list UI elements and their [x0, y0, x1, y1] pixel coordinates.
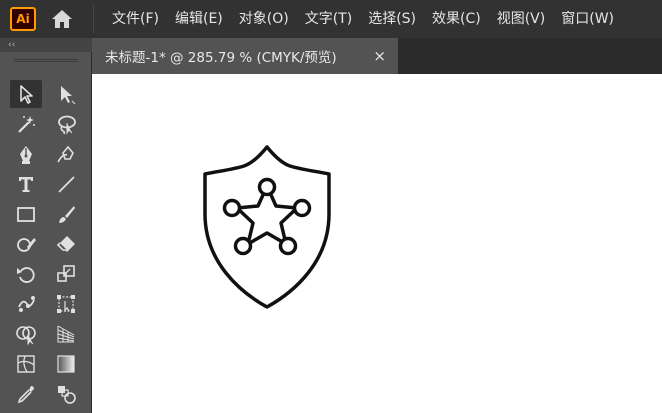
mesh-tool-icon: [17, 355, 35, 373]
shaper-tool-icon: [17, 238, 36, 252]
eraser-tool-icon: [56, 236, 75, 252]
home-icon: [52, 10, 72, 28]
star-point-bottom-left: [233, 236, 253, 256]
tools-panel: ‹‹: [0, 38, 92, 413]
shield-outline: [203, 145, 331, 309]
shape-builder-tool[interactable]: [10, 320, 42, 348]
artboard-canvas[interactable]: [92, 74, 662, 413]
eraser-tool[interactable]: [50, 230, 82, 258]
direct-selection-tool-icon: [61, 86, 76, 105]
star-point-bottom-right: [278, 236, 298, 256]
scale-tool-icon: [57, 265, 75, 282]
menu-edit[interactable]: 编辑(E): [167, 0, 231, 38]
lasso-tool[interactable]: [50, 110, 82, 138]
menu-view[interactable]: 视图(V): [489, 0, 554, 38]
pen-tool[interactable]: [10, 140, 42, 168]
direct-selection-tool[interactable]: [50, 80, 82, 108]
puppet-warp-tool[interactable]: [10, 290, 42, 318]
star-point-left: [222, 198, 242, 218]
gradient-tool-icon: [57, 355, 75, 373]
paintbrush-tool-icon: [59, 206, 75, 223]
lasso-tool-icon: [58, 115, 76, 135]
menu-type[interactable]: 文字(T): [297, 0, 360, 38]
perspective-grid-tool[interactable]: [50, 320, 82, 348]
rectangle-tool-icon: [17, 207, 35, 222]
magic-wand-tool[interactable]: [10, 110, 42, 138]
menu-effect[interactable]: 效果(C): [424, 0, 489, 38]
blend-tool[interactable]: [50, 380, 82, 408]
close-tab-icon[interactable]: ×: [373, 47, 386, 65]
curvature-tool-icon: [57, 145, 74, 163]
line-segment-tool-icon: [58, 176, 75, 193]
menu-select[interactable]: 选择(S): [360, 0, 424, 38]
puppet-warp-tool-icon: [18, 296, 35, 312]
tools-panel-collapse-button[interactable]: ‹‹: [0, 38, 92, 52]
gradient-tool[interactable]: [50, 350, 82, 378]
illustrator-logo[interactable]: Ai: [10, 7, 36, 31]
selection-tool[interactable]: [10, 80, 42, 108]
document-tab[interactable]: 未标题-1* @ 285.79 % (CMYK/预览) ×: [92, 38, 398, 74]
eyedropper-tool-icon: [17, 386, 34, 404]
menu-items: 文件(F) 编辑(E) 对象(O) 文字(T) 选择(S) 效果(C) 视图(V…: [104, 0, 622, 38]
blend-tool-icon: [58, 386, 76, 404]
scale-tool[interactable]: [50, 260, 82, 288]
curvature-tool[interactable]: [50, 140, 82, 168]
eyedropper-tool[interactable]: [10, 380, 42, 408]
perspective-grid-tool-icon: [57, 325, 75, 343]
tools-panel-grip[interactable]: [14, 59, 78, 62]
rotate-tool[interactable]: [10, 260, 42, 288]
menu-bar: Ai 文件(F) 编辑(E) 对象(O) 文字(T) 选择(S) 效果(C) 视…: [0, 0, 662, 38]
mesh-tool[interactable]: [10, 350, 42, 378]
menu-object[interactable]: 对象(O): [231, 0, 297, 38]
free-transform-tool-icon: [57, 295, 75, 313]
home-button[interactable]: [48, 7, 76, 31]
line-segment-tool[interactable]: [50, 170, 82, 198]
sheriff-shield-star-icon[interactable]: [200, 144, 334, 312]
star-point-right: [292, 198, 312, 218]
paintbrush-tool[interactable]: [50, 200, 82, 228]
document-tab-title: 未标题-1* @ 285.79 % (CMYK/预览): [105, 50, 337, 66]
free-transform-tool[interactable]: [50, 290, 82, 318]
selection-tool-icon: [20, 85, 33, 104]
star-point-top: [257, 177, 277, 197]
menu-file[interactable]: 文件(F): [104, 0, 167, 38]
type-tool-icon: [19, 177, 33, 192]
shaper-tool[interactable]: [10, 230, 42, 258]
type-tool[interactable]: [10, 170, 42, 198]
menu-separator: [93, 5, 94, 33]
rectangle-tool[interactable]: [10, 200, 42, 228]
pen-tool-icon: [20, 146, 32, 164]
document-tab-bar: 未标题-1* @ 285.79 % (CMYK/预览) ×: [92, 38, 662, 74]
shape-builder-tool-icon: [16, 326, 36, 346]
menu-window[interactable]: 窗口(W): [553, 0, 622, 38]
rotate-tool-icon: [17, 267, 35, 283]
magic-wand-tool-icon: [18, 116, 35, 133]
